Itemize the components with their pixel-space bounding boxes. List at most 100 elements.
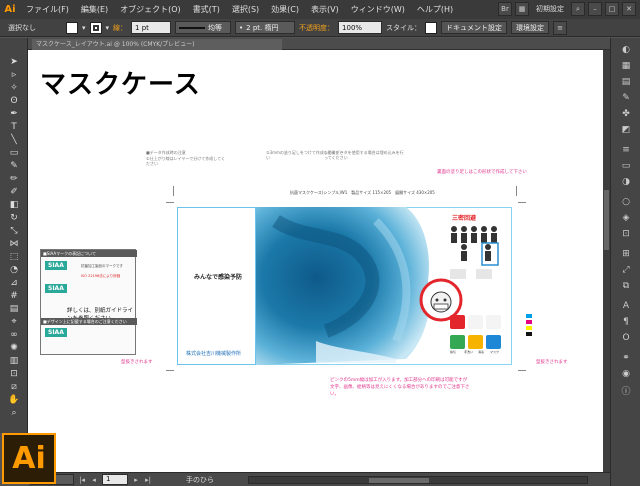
opacity-input[interactable]: 100% [338,21,383,34]
symbol-sprayer-tool-icon[interactable]: ✺ [8,342,20,354]
menu-select[interactable]: 選択(S) [226,4,265,15]
magic-wand-tool-icon[interactable]: ✧ [8,82,20,94]
stroke-weight-input[interactable]: 1 pt [131,21,172,34]
selection-tool-icon[interactable]: ➤ [8,56,20,68]
transform-icon[interactable]: ⤢ [619,264,633,276]
mask-case-front: みんなで感染予防 株式会社吉川機械製作所 [177,207,256,365]
variable-width-profile[interactable]: 均等 [175,21,232,34]
mesh-tool-icon[interactable]: # [8,290,20,302]
zoom-tool-icon[interactable]: ⌕ [8,407,20,419]
artboard-tool-icon[interactable]: ⊡ [8,368,20,380]
menu-type[interactable]: 書式(T) [187,4,226,15]
navigator-icon[interactable]: ◉ [619,368,633,380]
type-tool-icon[interactable]: T [8,121,20,133]
fill-swatch[interactable] [66,21,78,34]
menu-file[interactable]: ファイル(F) [20,4,75,15]
vertical-scrollbar[interactable] [603,50,610,472]
menu-bar: Ai ファイル(F) 編集(E) オブジェクト(O) 書式(T) 選択(S) 効… [0,0,640,19]
profile-label: 均等 [208,23,223,32]
gradient-tool-icon[interactable]: ▤ [8,303,20,315]
free-transform-tool-icon[interactable]: ⬚ [8,251,20,263]
menu-effect[interactable]: 効果(C) [265,4,305,15]
paintbrush-tool-icon[interactable]: ✎ [8,160,20,172]
workspace-switcher[interactable]: 初期設定 [532,4,568,14]
rectangle-tool-icon[interactable]: ▭ [8,147,20,159]
menu-window[interactable]: ウィンドウ(W) [345,4,411,15]
close-icon[interactable]: ✕ [622,2,636,16]
color-guide-icon[interactable]: ▦ [619,60,633,72]
character-icon[interactable]: A [619,300,633,312]
minimize-icon[interactable]: – [588,2,602,16]
info-icon[interactable]: ⓘ [619,384,633,397]
pen-tool-icon[interactable]: ✒ [8,108,20,120]
crop-mark [166,202,174,203]
width-tool-icon[interactable]: ⋈ [8,238,20,250]
siaa-info-box: ■SIAAマークの表記について SIAA 抗菌加工製品のマークです ISO 22… [40,249,137,355]
line-tool-icon[interactable]: ╲ [8,134,20,146]
shape-builder-tool-icon[interactable]: ◔ [8,264,20,276]
scale-tool-icon[interactable]: ⤡ [8,225,20,237]
horizontal-scrollbar[interactable] [248,476,588,484]
bridge-icon[interactable]: Br [498,2,512,16]
menu-view[interactable]: 表示(V) [305,4,345,15]
brush-definition[interactable]: • 2 pt. 楕円 [235,21,296,34]
graphic-style-swatch[interactable] [425,21,438,34]
arrange-icon[interactable]: ▦ [515,2,529,16]
chevron-down-icon[interactable]: ▾ [106,24,110,32]
artboard-canvas[interactable]: マスクケース ■データ作成時の注意 ①仕上がり線はレイヤーで分けて作成してくださ… [28,50,610,472]
last-page-icon[interactable]: ▸| [144,474,152,485]
layers-icon[interactable]: ◈ [619,212,633,224]
crop-mark [518,202,526,203]
prev-page-icon[interactable]: ◂ [90,474,98,485]
company-name: 株式会社吉川機械製作所 [186,351,242,357]
swatches-icon[interactable]: ▤ [619,76,633,88]
color-bar [526,326,532,330]
menu-edit[interactable]: 編集(E) [75,4,114,15]
column-graph-tool-icon[interactable]: ▥ [8,355,20,367]
next-page-icon[interactable]: ▸ [132,474,140,485]
links-icon[interactable]: ⚭ [619,352,633,364]
stroke-label[interactable]: 線： [113,23,127,33]
eraser-tool-icon[interactable]: ◧ [8,199,20,211]
lasso-tool-icon[interactable]: ʘ [8,95,20,107]
document-setup-button[interactable]: ドキュメント設定 [441,21,508,34]
disinfect-icon [486,335,501,349]
menu-help[interactable]: ヘルプ(H) [411,4,459,15]
stroke-panel-icon[interactable]: ≡ [619,144,633,156]
document-tab[interactable]: マスクケース_レイアウト.ai @ 100% (CMYK/プレビュー) [32,39,282,50]
artboards-icon[interactable]: ⊡ [619,228,633,240]
scroll-thumb[interactable] [604,190,609,250]
hand-tool-icon[interactable]: ✋ [8,394,20,406]
maximize-icon[interactable]: □ [605,2,619,16]
blend-tool-icon[interactable]: ∞ [8,329,20,341]
arrange-icon[interactable]: ≡ [553,20,568,35]
panel-dock: ◐ ▦ ▤ ✎ ✤ ◩ ≡ ▭ ◑ ○ ◈ ⊡ ⊞ ⤢ ⧉ A ¶ O ⚭ ◉ … [610,38,640,486]
page-number-field[interactable]: 1 [102,474,128,485]
color-panel-icon[interactable]: ◐ [619,44,633,56]
graphic-styles-icon[interactable]: ◩ [619,124,633,136]
paragraph-icon[interactable]: ¶ [619,316,633,328]
opentype-icon[interactable]: O [619,332,633,344]
eyedropper-tool-icon[interactable]: ⌖ [8,316,20,328]
symbols-icon[interactable]: ✤ [619,108,633,120]
gradient-panel-icon[interactable]: ▭ [619,160,633,172]
search-icon[interactable]: ⌕ [571,2,585,16]
align-icon[interactable]: ⊞ [619,248,633,260]
opacity-label[interactable]: 不透明度： [299,23,334,33]
menu-object[interactable]: オブジェクト(O) [114,4,187,15]
chevron-down-icon[interactable]: ▾ [82,24,86,32]
appearance-icon[interactable]: ○ [619,196,633,208]
brushes-icon[interactable]: ✎ [619,92,633,104]
direct-selection-tool-icon[interactable]: ▹ [8,69,20,81]
blob-brush-tool-icon[interactable]: ✐ [8,186,20,198]
pathfinder-icon[interactable]: ⧉ [619,280,633,292]
first-page-icon[interactable]: |◂ [78,474,86,485]
scroll-thumb[interactable] [369,478,429,483]
stroke-swatch[interactable] [89,21,102,34]
perspective-grid-tool-icon[interactable]: ⊿ [8,277,20,289]
pencil-tool-icon[interactable]: ✏ [8,173,20,185]
transparency-icon[interactable]: ◑ [619,176,633,188]
rotate-tool-icon[interactable]: ↻ [8,212,20,224]
slice-tool-icon[interactable]: ⧄ [8,381,20,393]
preferences-button[interactable]: 環境設定 [511,21,550,34]
